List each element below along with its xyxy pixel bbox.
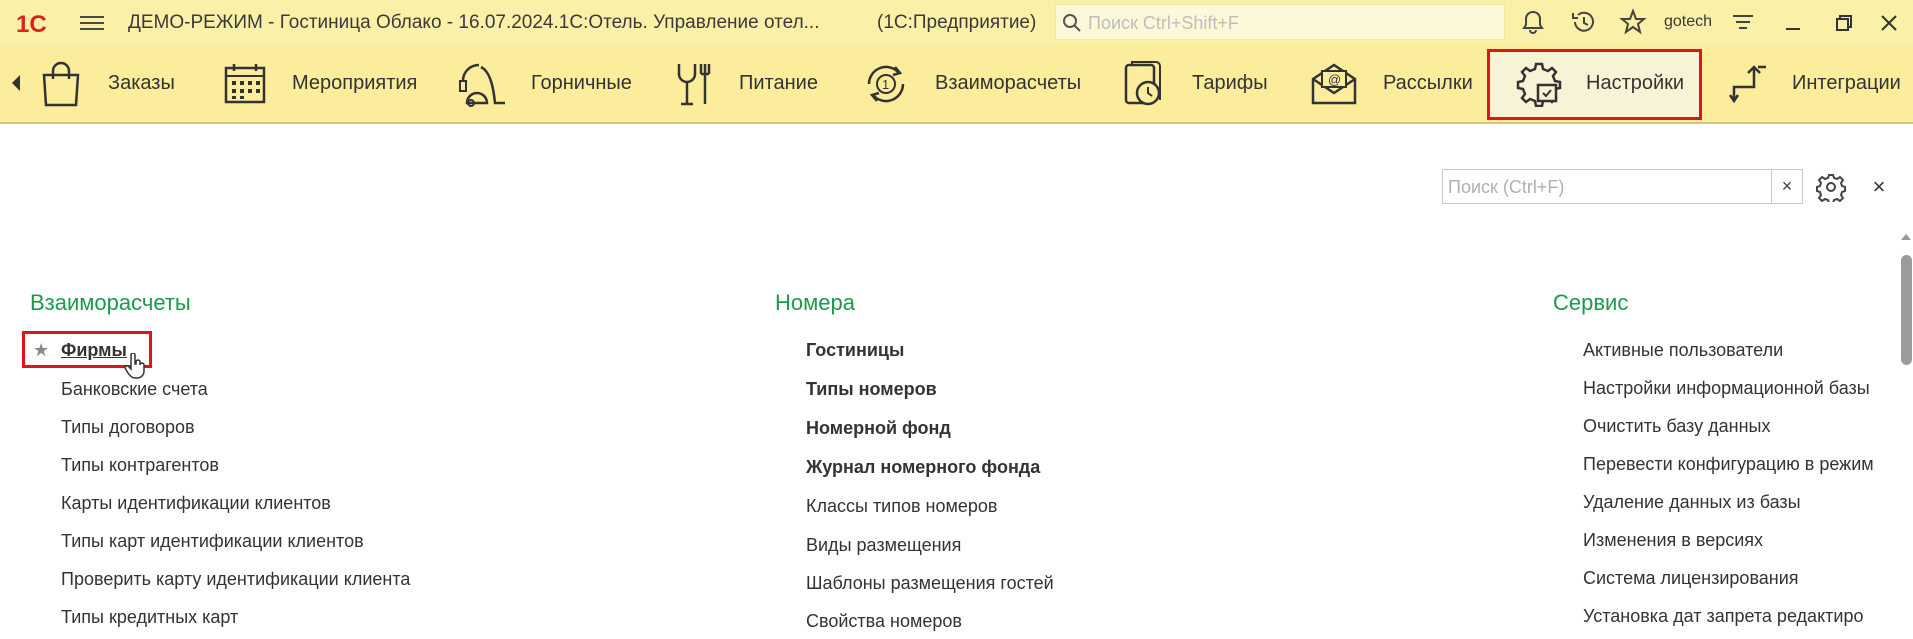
command-link[interactable]: Журнал номерного фонда xyxy=(806,457,1040,478)
mail-envelope-icon: @ xyxy=(1311,62,1357,104)
window-title-suffix: (1С:Предприятие) xyxy=(877,12,1037,33)
section-label: Мероприятия xyxy=(292,72,418,94)
shopping-bag-icon xyxy=(42,61,80,106)
group-title-settlements: Взаиморасчеты xyxy=(30,290,191,315)
command-link[interactable]: Свойства номеров xyxy=(806,611,962,632)
coin-cycle-icon: 1 xyxy=(867,65,905,102)
section-label: Горничные xyxy=(531,72,632,94)
hand-cursor-icon xyxy=(124,353,145,379)
command-link[interactable]: Карты идентификации клиентов xyxy=(61,493,331,514)
section-label: Заказы xyxy=(108,72,175,94)
command-link[interactable]: Проверить карту идентификации клиента xyxy=(61,569,410,590)
section-mailings[interactable]: @ Рассылки xyxy=(1309,45,1473,122)
sections-panel: Заказы Мероприятия Горничные Питание 1 В… xyxy=(0,45,1913,124)
command-link[interactable]: Типы карт идентификации клиентов xyxy=(61,531,364,552)
integration-arrows-icon xyxy=(1728,64,1766,103)
section-integrations[interactable]: Интеграции xyxy=(1728,45,1901,122)
command-link[interactable]: Шаблоны размещения гостей xyxy=(806,573,1054,594)
section-label: Рассылки xyxy=(1383,72,1473,94)
section-orders[interactable]: Заказы xyxy=(38,45,175,122)
scroll-up-arrow-icon[interactable] xyxy=(1901,234,1911,240)
section-food[interactable]: Питание xyxy=(675,45,818,122)
star-favorites-icon[interactable] xyxy=(1619,8,1647,36)
section-label: Взаиморасчеты xyxy=(935,72,1082,94)
section-settings[interactable]: Настройки xyxy=(1516,45,1684,122)
1c-logo-icon: 1С xyxy=(16,11,47,38)
command-link[interactable]: Классы типов номеров xyxy=(806,496,997,517)
group-title-rooms: Номера xyxy=(775,290,855,315)
commands-search-field[interactable] xyxy=(1442,169,1777,204)
glass-fork-icon xyxy=(677,63,711,105)
search-clear-button[interactable]: × xyxy=(1771,169,1803,204)
command-link[interactable]: Типы договоров xyxy=(61,417,195,438)
calendar-icon xyxy=(224,63,266,103)
section-tariffs[interactable]: Тарифы xyxy=(1122,45,1268,122)
scroll-left-arrow-icon[interactable] xyxy=(12,75,20,91)
section-label: Интеграции xyxy=(1792,72,1901,94)
gear-icon[interactable] xyxy=(1816,172,1846,202)
section-label: Настройки xyxy=(1586,72,1685,94)
command-link[interactable]: Фирмы xyxy=(61,340,127,361)
command-link[interactable]: Гостиницы xyxy=(806,340,904,361)
window-title: ДЕМО-РЕЖИМ - Гостиница Облако - 16.07.20… xyxy=(128,12,820,33)
svg-text:@: @ xyxy=(1328,72,1341,87)
title-bar: 1С ДЕМО-РЕЖИМ - Гостиница Облако - 16.07… xyxy=(0,0,1913,45)
command-link[interactable]: Виды размещения xyxy=(806,535,961,556)
search-icon xyxy=(1063,14,1081,32)
section-settlements[interactable]: 1 Взаиморасчеты xyxy=(861,45,1081,122)
command-link[interactable]: Удаление данных из базы xyxy=(1583,492,1801,513)
group-title-service: Сервис xyxy=(1553,290,1629,315)
command-link[interactable]: Перевести конфигурацию в режим xyxy=(1583,454,1874,475)
command-link[interactable]: Система лицензирования xyxy=(1583,568,1799,589)
svg-text:1: 1 xyxy=(882,77,889,92)
command-link[interactable]: Типы контрагентов xyxy=(61,455,219,476)
section-events[interactable]: Мероприятия xyxy=(222,45,417,122)
bell-icon[interactable] xyxy=(1519,8,1547,36)
command-link[interactable]: Изменения в версиях xyxy=(1583,530,1763,551)
minimize-icon[interactable] xyxy=(1780,10,1806,36)
main-menu-icon[interactable] xyxy=(80,12,104,34)
favorite-star-icon[interactable]: ★ xyxy=(33,340,49,361)
section-maids[interactable]: Горничные xyxy=(457,45,632,122)
global-search-field[interactable] xyxy=(1055,4,1505,40)
restore-icon[interactable] xyxy=(1831,10,1857,36)
vacuum-cleaner-icon xyxy=(459,63,505,107)
command-link[interactable]: Очистить базу данных xyxy=(1583,416,1770,437)
user-name[interactable]: gotech xyxy=(1664,13,1712,31)
command-link[interactable]: Типы кредитных карт xyxy=(61,607,238,628)
settings-gear-icon xyxy=(1516,62,1562,107)
close-panel-button[interactable]: × xyxy=(1866,174,1892,200)
command-link[interactable]: Настройки информационной базы xyxy=(1583,378,1870,399)
close-window-icon[interactable] xyxy=(1876,10,1902,36)
global-search-input[interactable] xyxy=(1086,9,1490,37)
section-label: Питание xyxy=(739,72,818,94)
command-link[interactable]: Номерной фонд xyxy=(806,418,951,439)
command-link[interactable]: Установка дат запрета редактиро xyxy=(1583,606,1863,627)
svg-text:1С: 1С xyxy=(16,11,47,38)
history-icon[interactable] xyxy=(1570,8,1598,36)
tariff-book-icon xyxy=(1124,60,1161,105)
vertical-scrollbar-thumb[interactable] xyxy=(1901,255,1912,365)
command-link[interactable]: Типы номеров xyxy=(806,379,937,400)
settings-menu-icon[interactable] xyxy=(1729,8,1757,36)
command-link[interactable]: Активные пользователи xyxy=(1583,340,1783,361)
command-link[interactable]: Банковские счета xyxy=(61,379,208,400)
commands-search-input[interactable] xyxy=(1446,173,1770,202)
section-label: Тарифы xyxy=(1192,72,1268,94)
